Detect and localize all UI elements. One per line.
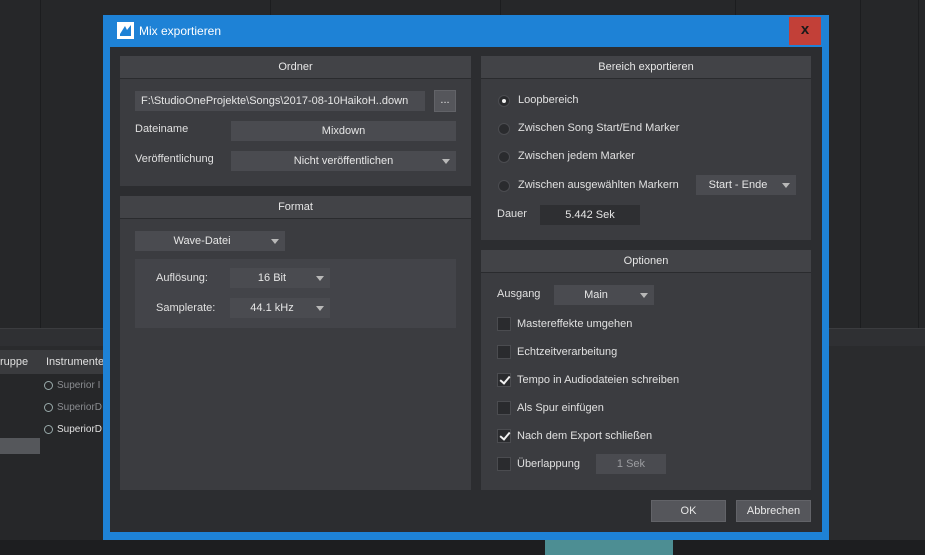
- marker-range-select[interactable]: Start - Ende: [696, 175, 796, 195]
- publish-select[interactable]: Nicht veröffentlichen: [231, 151, 456, 171]
- chevron-down-icon: [316, 276, 324, 281]
- chevron-down-icon: [442, 159, 450, 164]
- dialog-title: Mix exportieren: [139, 24, 222, 38]
- checkbox-write-tempo-label[interactable]: Tempo in Audiodateien schreiben: [517, 374, 679, 386]
- browse-button[interactable]: ...: [434, 90, 456, 112]
- power-icon: [44, 403, 53, 412]
- output-select[interactable]: Main: [554, 285, 654, 305]
- checkbox-write-tempo[interactable]: [497, 373, 511, 387]
- app-logo-icon: [117, 22, 134, 39]
- chevron-down-icon: [782, 183, 790, 188]
- filename-label: Dateiname: [135, 123, 189, 135]
- filename-input[interactable]: Mixdown: [231, 121, 456, 141]
- ordner-panel: Ordner F:\StudioOneProjekte\Songs\2017-0…: [120, 56, 471, 186]
- mixer-strip-selected: [545, 540, 673, 555]
- output-label: Ausgang: [497, 288, 541, 300]
- radio-selected-markers-label[interactable]: Zwischen ausgewählten Markern: [518, 179, 679, 191]
- samplerate-label: Samplerate:: [156, 302, 216, 314]
- export-range-heading: Bereich exportieren: [481, 56, 811, 79]
- column-header-instruments: Instrumente: [46, 356, 105, 368]
- chevron-down-icon: [316, 306, 324, 311]
- checkbox-close-after-export-label[interactable]: Nach dem Export schließen: [517, 430, 652, 442]
- format-type-select[interactable]: Wave-Datei: [135, 231, 285, 251]
- track-row[interactable]: Superior I: [44, 380, 100, 391]
- ok-button[interactable]: OK: [651, 500, 726, 522]
- export-range-panel: Bereich exportieren Loopbereich Zwischen…: [481, 56, 811, 240]
- overlap-input[interactable]: 1 Sek: [596, 454, 666, 474]
- radio-selected-markers[interactable]: [498, 180, 510, 192]
- close-button[interactable]: x: [789, 17, 821, 45]
- resolution-label: Auflösung:: [156, 272, 208, 284]
- duration-value: 5.442 Sek: [540, 205, 640, 225]
- checkbox-bypass-master-fx-label[interactable]: Mastereffekte umgehen: [517, 318, 632, 330]
- format-settings-box: Auflösung: 16 Bit Samplerate: 44.1 kHz: [135, 259, 456, 328]
- radio-song-start-end[interactable]: [498, 123, 510, 135]
- chevron-down-icon: [640, 293, 648, 298]
- radio-song-start-end-label[interactable]: Zwischen Song Start/End Marker: [518, 122, 679, 134]
- checkbox-overlap-label[interactable]: Überlappung: [517, 458, 580, 470]
- cancel-button[interactable]: Abbrechen: [736, 500, 811, 522]
- checkbox-realtime-processing-label[interactable]: Echtzeitverarbeitung: [517, 346, 617, 358]
- selected-track-highlight: [0, 438, 40, 454]
- checkbox-bypass-master-fx[interactable]: [497, 317, 511, 331]
- checkbox-overlap[interactable]: [497, 457, 511, 471]
- checkbox-insert-as-track[interactable]: [497, 401, 511, 415]
- power-icon: [44, 425, 53, 434]
- column-header-group: ruppe: [0, 356, 29, 368]
- format-panel: Format Wave-Datei Auflösung: 16 Bit Samp…: [120, 196, 471, 490]
- resolution-select[interactable]: 16 Bit: [230, 268, 330, 288]
- track-list-header: ruppe Instrumente: [0, 350, 110, 374]
- radio-loop-range-label[interactable]: Loopbereich: [518, 94, 579, 106]
- track-row[interactable]: SuperiorD: [44, 402, 102, 413]
- radio-each-marker[interactable]: [498, 151, 510, 163]
- radio-loop-range[interactable]: [498, 95, 510, 107]
- track-row[interactable]: SuperiorD: [44, 424, 102, 435]
- publish-label: Veröffentlichung: [135, 153, 214, 165]
- options-panel: Optionen Ausgang Main Mastereffekte umge…: [481, 250, 811, 490]
- folder-path-field[interactable]: F:\StudioOneProjekte\Songs\2017-08-10Hai…: [135, 91, 425, 111]
- checkbox-insert-as-track-label[interactable]: Als Spur einfügen: [517, 402, 604, 414]
- checkbox-realtime-processing[interactable]: [497, 345, 511, 359]
- track-list: Superior I SuperiorD SuperiorD: [0, 374, 110, 555]
- format-heading: Format: [120, 196, 471, 219]
- mixer-strip: [0, 540, 925, 555]
- chevron-down-icon: [271, 239, 279, 244]
- checkbox-close-after-export[interactable]: [497, 429, 511, 443]
- samplerate-select[interactable]: 44.1 kHz: [230, 298, 330, 318]
- options-heading: Optionen: [481, 250, 811, 273]
- radio-each-marker-label[interactable]: Zwischen jedem Marker: [518, 150, 635, 162]
- ordner-heading: Ordner: [120, 56, 471, 79]
- duration-label: Dauer: [497, 208, 527, 220]
- power-icon: [44, 381, 53, 390]
